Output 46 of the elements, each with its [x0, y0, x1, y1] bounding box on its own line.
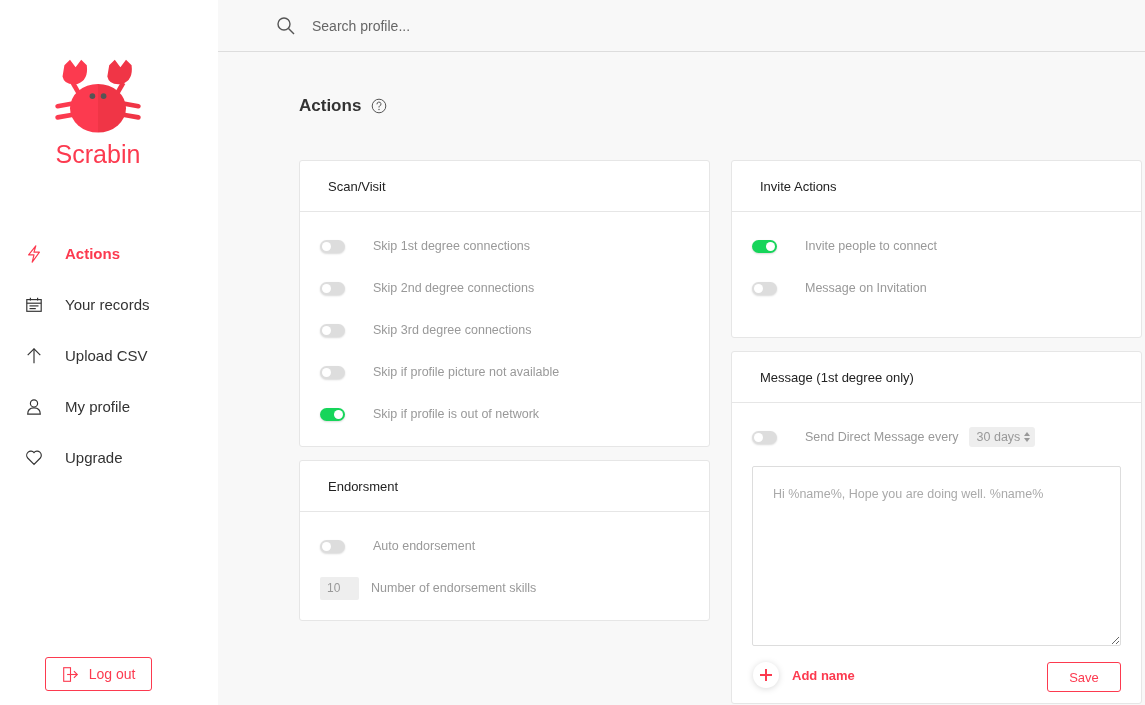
brand-name: Scrabin	[55, 140, 141, 168]
option-label: Invite people to connect	[805, 239, 938, 253]
nav-item[interactable]: Upgrade	[0, 432, 218, 483]
search-field[interactable]: Search profile...	[310, 16, 614, 35]
toggle-switch[interactable]	[320, 239, 345, 253]
user-icon	[25, 397, 43, 416]
toggle-switch[interactable]	[752, 430, 777, 444]
spinner-icon	[1024, 432, 1031, 442]
toggle-switch[interactable]	[752, 239, 777, 253]
calendar-icon	[25, 295, 43, 314]
option-label: Skip if profile picture not available	[373, 365, 560, 379]
card-title: Invite Actions	[760, 178, 837, 194]
toggle-switch[interactable]	[320, 407, 345, 421]
heart-icon	[25, 448, 43, 467]
toggle-switch[interactable]	[320, 323, 345, 337]
option-label: Skip 2nd degree connections	[373, 281, 535, 295]
toggle-switch[interactable]	[320, 539, 345, 553]
card-title: Scan/Visit	[328, 178, 386, 194]
logout-icon	[61, 665, 79, 683]
number-field[interactable]: 10	[320, 576, 359, 600]
nav-item[interactable]: Your records	[0, 279, 218, 330]
interval-select[interactable]: 30 days	[968, 427, 1036, 447]
toggle-switch[interactable]	[752, 281, 777, 295]
message-field[interactable]: Hi %name%, Hope you are doing well. %name%	[752, 466, 1121, 646]
logout-button[interactable]: Log out	[45, 657, 152, 691]
help-icon[interactable]	[371, 98, 388, 114]
add-name-button[interactable]: Add name	[752, 661, 855, 689]
page-title: Actions	[299, 96, 362, 116]
card-title: Endorsment	[328, 478, 399, 494]
arrow-up-icon	[25, 346, 43, 365]
option-label: Skip 1st degree connections	[373, 239, 531, 253]
option-label: Skip 3rd degree connections	[373, 323, 532, 337]
nav-item[interactable]: My profile	[0, 381, 218, 432]
search-icon	[276, 15, 296, 36]
toggle-switch[interactable]	[320, 365, 345, 379]
nav-item[interactable]: Upload CSV	[0, 330, 218, 381]
nav-item[interactable]: Actions	[0, 228, 218, 279]
option-label: Number of endorsement skills	[371, 581, 537, 595]
toggle-switch[interactable]	[320, 281, 345, 295]
option-label: Skip if profile is out of network	[373, 407, 540, 421]
option-label: Message on Invitation	[805, 281, 927, 295]
option-label: Auto endorsement	[373, 539, 476, 553]
bolt-icon	[25, 244, 43, 263]
card-title: Message (1st degree only)	[760, 369, 914, 385]
save-button[interactable]: Save	[1047, 662, 1121, 692]
option-label: Send Direct Message every	[805, 430, 959, 444]
